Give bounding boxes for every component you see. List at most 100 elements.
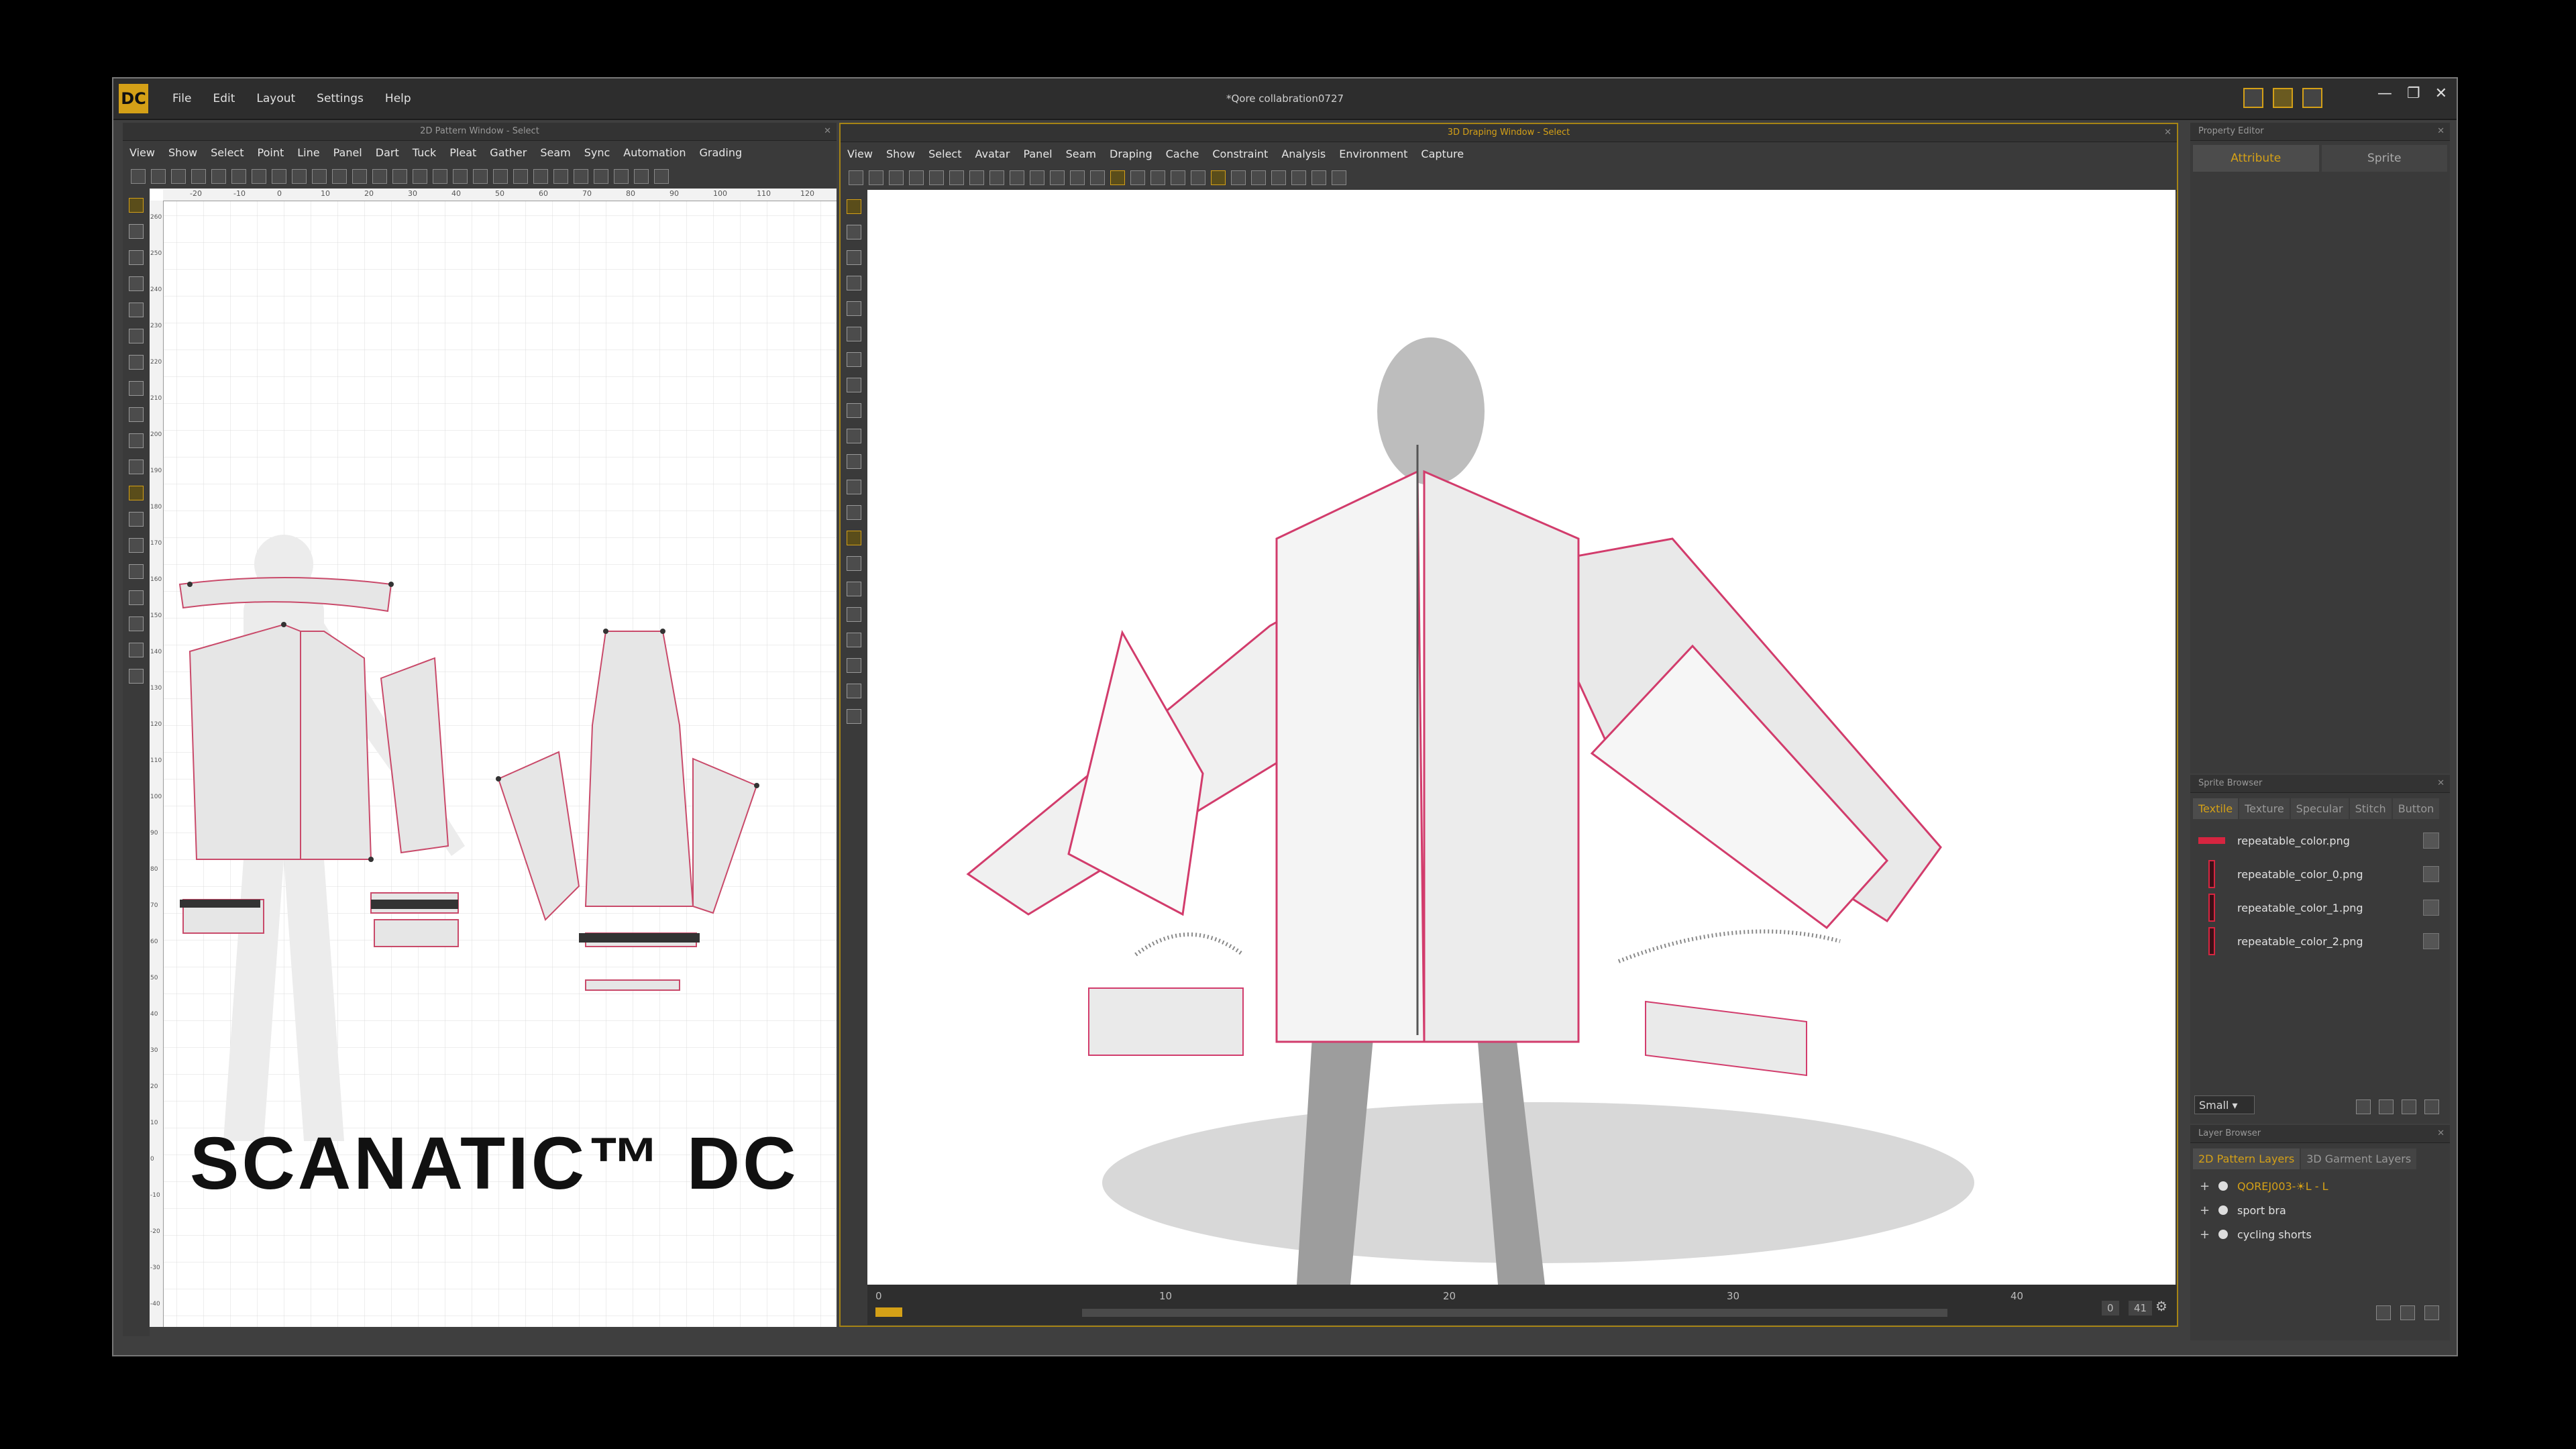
draping-menu-show[interactable]: Show [879,148,922,160]
pattern-menu-automation[interactable]: Automation [616,146,692,159]
cube-tool-icon[interactable] [847,301,861,316]
select-tool-icon[interactable] [129,198,144,213]
pattern-menu-view[interactable]: View [123,146,162,159]
texture-edit-icon[interactable] [2423,833,2439,849]
pattern-tool-icon[interactable] [553,169,568,184]
seam-tool-icon[interactable] [847,531,861,545]
texture-item[interactable]: repeatable_color_0.png [2190,857,2450,891]
draping-menu-avatar[interactable]: Avatar [969,148,1017,160]
cube-tool-icon[interactable] [847,429,861,443]
rotate-tool-icon[interactable] [847,250,861,265]
select-tool-icon[interactable] [847,199,861,214]
layer-row[interactable]: + cycling shorts [2190,1222,2450,1246]
draping-tool-icon[interactable] [1050,170,1065,185]
line-tool-icon[interactable] [847,684,861,698]
draping-tool-icon[interactable] [1130,170,1145,185]
pattern-tool-icon[interactable] [191,169,206,184]
pattern-tool-icon[interactable] [574,169,588,184]
pattern-tool-icon[interactable] [614,169,629,184]
draping-menu-seam[interactable]: Seam [1059,148,1103,160]
bounding-tool-icon[interactable] [129,329,144,343]
pattern-menu-show[interactable]: Show [162,146,204,159]
draping-tool-icon[interactable] [949,170,964,185]
link-tool-icon[interactable] [847,556,861,571]
draping-menu-view[interactable]: View [841,148,879,160]
texture-item[interactable]: repeatable_color_2.png [2190,924,2450,958]
expand-icon[interactable]: + [2200,1203,2210,1218]
draping-tool-icon[interactable] [969,170,984,185]
close-panel-icon[interactable]: ✕ [2437,1125,2445,1142]
size-select[interactable]: Small ▾ [2194,1095,2255,1114]
draping-tool-icon[interactable] [1311,170,1326,185]
close-panel-icon[interactable]: ✕ [2437,775,2445,792]
layout-3-icon[interactable] [2302,88,2322,108]
sort-icon[interactable] [2356,1099,2371,1114]
pattern-tool-icon[interactable] [131,169,146,184]
pattern-tool-icon[interactable] [171,169,186,184]
edit-point-tool-icon[interactable] [129,460,144,474]
pattern-tool-icon[interactable] [252,169,266,184]
pose-tool-icon[interactable] [847,607,861,622]
cube-tool-icon[interactable] [847,378,861,392]
menu-edit[interactable]: Edit [202,92,246,105]
draping-tool-icon[interactable] [929,170,944,185]
grading-tool-icon[interactable] [129,590,144,605]
point-tool-icon[interactable] [847,658,861,673]
draping-tool-icon[interactable] [1150,170,1165,185]
pattern-menu-gather[interactable]: Gather [483,146,533,159]
pattern-menu-tuck[interactable]: Tuck [406,146,443,159]
end-frame-field[interactable]: 41 [2129,1301,2153,1316]
draping-tool-icon[interactable] [1271,170,1286,185]
pattern-tool-icon[interactable] [272,169,286,184]
tab-3d-garment-layers[interactable]: 3D Garment Layers [2301,1148,2417,1169]
pattern-tool-icon[interactable] [332,169,347,184]
draping-tool-icon[interactable] [909,170,924,185]
timeline-settings-icon[interactable]: ⚙ [2155,1298,2167,1314]
close-panel-icon[interactable]: ✕ [824,123,831,140]
pattern-tool-icon[interactable] [312,169,327,184]
sort-icon[interactable] [2379,1099,2394,1114]
layer-tool-icon[interactable] [847,480,861,494]
3d-viewport[interactable] [867,190,2176,1285]
draping-tool-icon[interactable] [1010,170,1024,185]
tab-stitch[interactable]: Stitch [2349,798,2392,819]
pattern-menu-panel[interactable]: Panel [327,146,369,159]
symmetry-tool-icon[interactable] [129,407,144,422]
draping-menu-cache[interactable]: Cache [1159,148,1206,160]
restore-icon[interactable]: ❐ [2407,85,2420,102]
pattern-tool-icon[interactable] [211,169,226,184]
tab-sprite[interactable]: Sprite [2321,145,2447,172]
duplicate-layer-icon[interactable] [2400,1305,2415,1320]
texture-item[interactable]: repeatable_color_1.png [2190,891,2450,924]
draping-tool-icon[interactable] [1191,170,1205,185]
pattern-menu-line[interactable]: Line [290,146,326,159]
draping-tool-icon[interactable] [1030,170,1044,185]
tab-attribute[interactable]: Attribute [2193,145,2319,172]
eye-icon[interactable] [2218,1205,2228,1215]
draping-tool-icon[interactable] [869,170,883,185]
pattern-tool-icon[interactable] [352,169,367,184]
pattern-menu-grading[interactable]: Grading [692,146,749,159]
pattern-menu-pleat[interactable]: Pleat [443,146,483,159]
draping-tool-icon[interactable] [1211,170,1226,185]
draping-tool-icon[interactable] [889,170,904,185]
draping-tool-icon[interactable] [1251,170,1266,185]
pattern-menu-select[interactable]: Select [204,146,250,159]
expand-icon[interactable]: + [2200,1179,2210,1193]
pattern-tool-icon[interactable] [473,169,488,184]
texture-edit-icon[interactable] [2423,900,2439,916]
draping-menu-select[interactable]: Select [922,148,968,160]
pattern-tool-icon[interactable] [413,169,427,184]
draping-menu-analysis[interactable]: Analysis [1275,148,1332,160]
pen-tool-icon[interactable] [129,433,144,448]
expand-icon[interactable]: + [2200,1228,2210,1242]
layout-1-icon[interactable] [2243,88,2263,108]
layout-2-icon[interactable] [2273,88,2293,108]
list-view-icon[interactable] [2424,1099,2439,1114]
minimize-icon[interactable]: — [2377,85,2392,102]
pause-icon[interactable] [1171,170,1185,185]
pattern-tool-icon[interactable] [231,169,246,184]
texture-edit-icon[interactable] [2423,933,2439,949]
add-layer-icon[interactable] [2376,1305,2391,1320]
fill-tool-icon[interactable] [129,564,144,579]
